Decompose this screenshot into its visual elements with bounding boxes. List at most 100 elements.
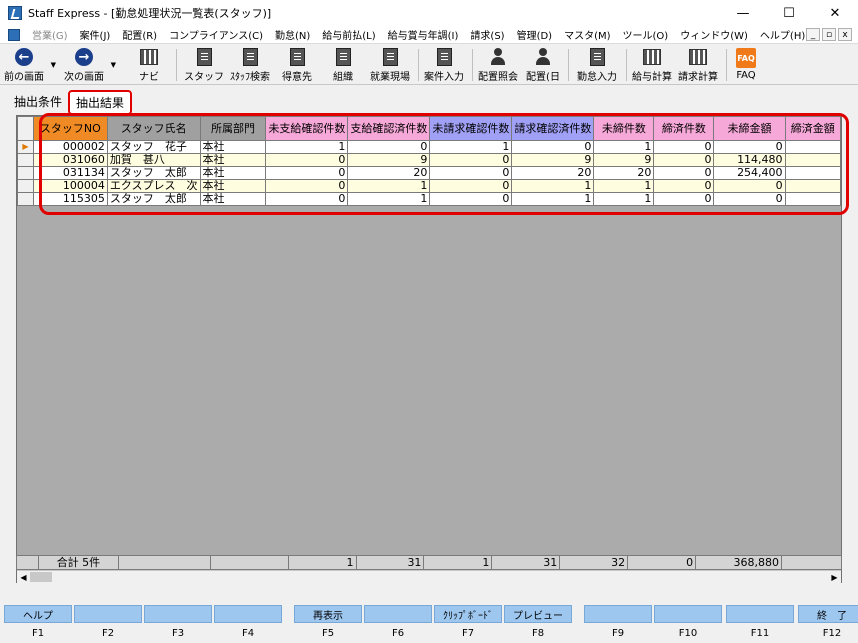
mdi-child-icon[interactable]	[8, 28, 20, 41]
table-cell[interactable]: 1	[347, 179, 431, 193]
menu-help[interactable]: ヘルプ(H)	[754, 27, 811, 42]
col-header-billed-confirmed[interactable]: 請求確認済件数	[511, 116, 595, 141]
next-screen-button[interactable]: → 次の画面 ▼	[62, 47, 116, 83]
menu-attendance[interactable]: 勤怠(N)	[269, 27, 316, 42]
row-header[interactable]: ▶	[17, 140, 34, 154]
table-cell[interactable]: 254,400	[713, 166, 786, 180]
table-cell[interactable]: 031134	[32, 166, 108, 180]
col-header-unpaid-confirm[interactable]: 未支給確認件数	[265, 116, 349, 141]
table-cell[interactable]: 0	[653, 192, 715, 206]
scroll-left-icon[interactable]: ◀	[17, 571, 30, 583]
table-cell[interactable]: 0	[653, 140, 715, 154]
table-row[interactable]: 100004 エクスプレス 次本社 0 1 0 1 1 0 0	[17, 179, 841, 193]
menu-sales[interactable]: 営業(G)	[26, 27, 74, 42]
minimize-button[interactable]: —	[720, 0, 766, 26]
table-cell[interactable]: 114,480	[713, 153, 786, 167]
table-cell[interactable]: 0	[713, 179, 786, 193]
table-cell[interactable]: スタッフ 太郎	[106, 166, 201, 180]
table-cell[interactable]: スタッフ 太郎	[106, 192, 201, 206]
menu-master[interactable]: マスタ(M)	[558, 27, 616, 42]
table-cell[interactable]	[784, 179, 841, 193]
menu-tools[interactable]: ツール(O)	[617, 27, 675, 42]
next-dropdown-icon[interactable]: ▼	[111, 61, 116, 69]
menu-admin[interactable]: 管理(D)	[511, 27, 559, 42]
table-cell[interactable]: 20	[593, 166, 655, 180]
faq-button[interactable]: FAQ FAQ	[732, 47, 760, 83]
table-cell[interactable]: 20	[347, 166, 431, 180]
table-cell[interactable]: 本社	[199, 153, 267, 167]
table-cell[interactable]: 0	[265, 192, 349, 206]
table-cell[interactable]: 9	[347, 153, 431, 167]
menu-case[interactable]: 案件(J)	[74, 27, 117, 42]
table-cell[interactable]: 0	[429, 153, 513, 167]
table-cell[interactable]: 1	[429, 140, 513, 154]
menu-payroll[interactable]: 給与賞与年調(I)	[382, 27, 465, 42]
fkey-button-f11[interactable]	[726, 605, 794, 623]
table-cell[interactable]: 115305	[32, 192, 108, 206]
col-header-staff-no[interactable]: スタッフNO	[32, 116, 108, 141]
fkey-button-f1[interactable]: ヘルプ	[4, 605, 72, 623]
table-cell[interactable]: 本社	[199, 140, 267, 154]
table-row[interactable]: ▶ 000002 スタッフ 花子 本社 1 0 1 0 1 0 0	[17, 140, 841, 154]
table-row[interactable]: 031060 加賀 甚八 本社 0 9 0 9 9 0 114,480	[17, 153, 841, 167]
mdi-restore-button[interactable]: ▫	[822, 28, 836, 41]
table-cell[interactable]: 本社	[199, 192, 267, 206]
table-cell[interactable]: 1	[511, 179, 595, 193]
fkey-button-f9[interactable]	[584, 605, 652, 623]
attendance-input-button[interactable]: 勤怠入力	[574, 47, 620, 83]
col-header-unclosed-amount[interactable]: 未締金額	[713, 116, 786, 141]
assign-query-button[interactable]: 配置照会	[476, 47, 520, 83]
table-cell[interactable]: 0	[653, 179, 715, 193]
table-cell[interactable]: エクスプレス 次	[106, 179, 201, 193]
case-input-button[interactable]: 案件入力	[422, 47, 466, 83]
table-cell[interactable]: 1	[347, 192, 431, 206]
col-header-paid-confirmed[interactable]: 支給確認済件数	[347, 116, 431, 141]
table-cell[interactable]: 1	[593, 140, 655, 154]
col-header-staff-name[interactable]: スタッフ氏名	[106, 116, 201, 141]
fkey-button-f2[interactable]	[74, 605, 142, 623]
close-button[interactable]: ✕	[812, 0, 858, 26]
prev-dropdown-icon[interactable]: ▼	[51, 61, 56, 69]
table-cell[interactable]: 加賀 甚八	[106, 153, 201, 167]
tab-extract-conditions[interactable]: 抽出条件	[14, 93, 62, 110]
table-cell[interactable]: 0	[429, 166, 513, 180]
table-cell[interactable]: 0	[265, 166, 349, 180]
row-header[interactable]	[17, 166, 34, 180]
table-cell[interactable]: 本社	[199, 179, 267, 193]
fkey-button-f5[interactable]: 再表示	[294, 605, 362, 623]
col-header-department[interactable]: 所属部門	[199, 116, 267, 141]
table-cell[interactable]: 0	[713, 140, 786, 154]
table-cell[interactable]: 0	[265, 179, 349, 193]
table-row[interactable]: 115305 スタッフ 太郎 本社 0 1 0 1 1 0 0	[17, 192, 841, 206]
menu-compliance[interactable]: コンプライアンス(C)	[163, 27, 269, 42]
table-cell[interactable]	[784, 192, 841, 206]
org-button[interactable]: 組織	[328, 47, 358, 83]
menu-window[interactable]: ウィンドウ(W)	[674, 27, 754, 42]
navi-button[interactable]: ナビ	[134, 47, 164, 83]
table-cell[interactable]: 031060	[32, 153, 108, 167]
table-cell[interactable]: 0	[511, 140, 595, 154]
table-cell[interactable]: 0	[347, 140, 431, 154]
table-cell[interactable]: 100004	[32, 179, 108, 193]
table-cell[interactable]	[784, 153, 841, 167]
table-cell[interactable]: 1	[511, 192, 595, 206]
table-cell[interactable]: 20	[511, 166, 595, 180]
table-cell[interactable]: 1	[593, 192, 655, 206]
fkey-button-f10[interactable]	[654, 605, 722, 623]
horizontal-scrollbar[interactable]: ◀ ▶	[17, 570, 841, 583]
table-row[interactable]: 031134 スタッフ 太郎 本社 0 20 0 20 20 0 254,400	[17, 166, 841, 180]
fkey-button-f12[interactable]: 終 了	[798, 605, 858, 623]
table-cell[interactable]: 0	[429, 179, 513, 193]
table-cell[interactable]: 0	[653, 153, 715, 167]
table-cell[interactable]	[784, 140, 841, 154]
staff-search-button[interactable]: ｽﾀｯﾌ検索	[228, 47, 272, 83]
menu-billing[interactable]: 請求(S)	[464, 27, 510, 42]
scroll-thumb[interactable]	[30, 572, 52, 582]
row-header[interactable]	[17, 153, 34, 167]
fkey-button-f7[interactable]: ｸﾘｯﾌﾟﾎﾞｰﾄﾞ	[434, 605, 502, 623]
col-header-unclosed-count[interactable]: 未締件数	[593, 116, 655, 141]
client-button[interactable]: 得意先	[278, 47, 316, 83]
fkey-button-f4[interactable]	[214, 605, 282, 623]
work-site-button[interactable]: 就業現場	[368, 47, 412, 83]
table-cell[interactable]: 1	[265, 140, 349, 154]
